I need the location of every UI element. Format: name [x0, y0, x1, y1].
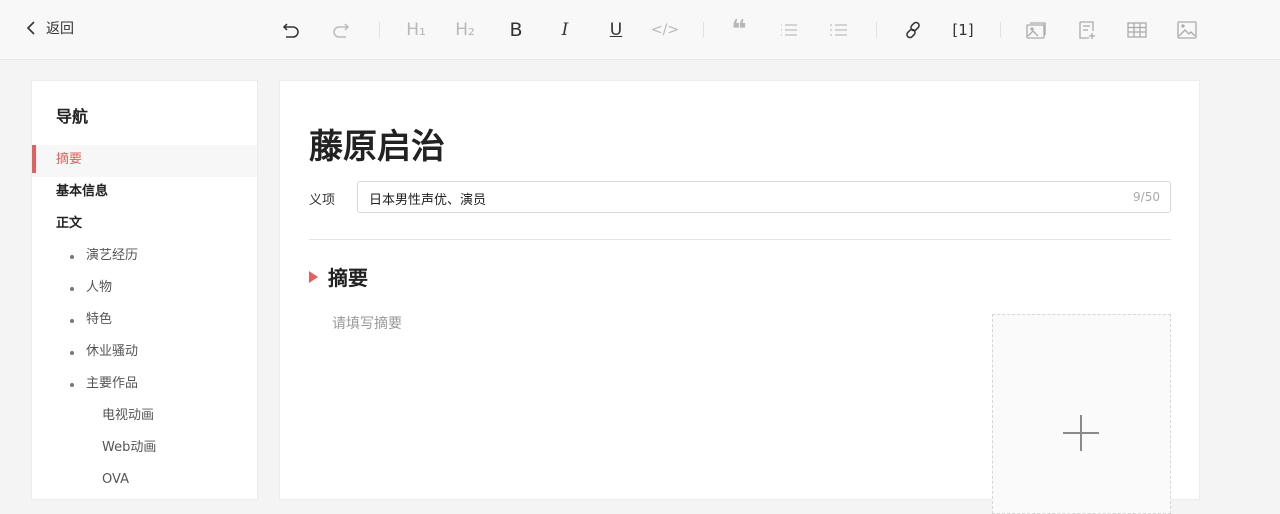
meaning-input[interactable]: 日本男性声优、演员 9/50	[357, 181, 1171, 213]
nav-item[interactable]: 基本信息	[32, 177, 257, 209]
nav-item[interactable]: 正文	[32, 209, 257, 241]
heading2-button[interactable]: H₂	[452, 17, 478, 43]
divider	[1000, 22, 1001, 38]
italic-button[interactable]: I	[552, 17, 578, 43]
navigation-panel: 导航 摘要 基本信息 正文 演艺经历 人物 特色 休业骚动 主要作品 电视动画 Web动画 OVA	[31, 80, 258, 500]
nav-item[interactable]: 电视动画	[32, 401, 257, 433]
undo-icon[interactable]	[278, 17, 304, 43]
summary-input[interactable]: 请填写摘要	[332, 313, 402, 333]
nav-item[interactable]: 人物	[32, 273, 257, 305]
section-header-summary[interactable]: 摘要	[309, 262, 368, 291]
back-button[interactable]: 返回	[26, 18, 74, 38]
divider	[309, 239, 1171, 240]
citation-button[interactable]: [1]	[950, 17, 976, 43]
triangle-icon	[309, 270, 318, 283]
document-add-icon[interactable]	[1074, 17, 1100, 43]
editor-main: 藤原启治 义项 日本男性声优、演员 9/50 摘要 请填写摘要	[279, 80, 1200, 514]
char-count: 9/50	[1133, 190, 1160, 204]
bold-button[interactable]: B	[503, 17, 529, 43]
divider	[379, 22, 380, 38]
back-label: 返回	[46, 21, 74, 37]
meaning-label: 义项	[309, 193, 336, 208]
nav-title: 导航	[56, 107, 89, 126]
nav-item[interactable]: 特色	[32, 305, 257, 337]
nav-item[interactable]: 主要作品	[32, 369, 257, 401]
nav-item[interactable]: 休业骚动	[32, 337, 257, 369]
section-title: 摘要	[328, 266, 368, 290]
nav-list: 摘要 基本信息 正文 演艺经历 人物 特色 休业骚动 主要作品 电视动画 Web动画 OVA	[32, 145, 257, 497]
table-icon[interactable]	[1124, 17, 1150, 43]
bullet-list-icon[interactable]	[776, 17, 802, 43]
image-upload-button[interactable]	[992, 314, 1171, 514]
quote-icon[interactable]: ❝	[726, 15, 752, 45]
gallery-icon[interactable]	[1023, 17, 1049, 43]
chevron-left-icon	[26, 21, 35, 35]
meaning-value: 日本男性声优、演员	[369, 193, 487, 208]
link-icon[interactable]	[900, 17, 926, 43]
divider	[703, 22, 704, 38]
nav-item[interactable]: 摘要	[32, 145, 257, 177]
plus-icon	[1063, 415, 1099, 451]
numbered-list-icon[interactable]	[826, 17, 852, 43]
redo-icon[interactable]	[328, 17, 354, 43]
nav-item[interactable]: OVA	[32, 465, 257, 497]
divider	[876, 22, 877, 38]
nav-item[interactable]: 演艺经历	[32, 241, 257, 273]
image-icon[interactable]	[1174, 17, 1200, 43]
heading1-button[interactable]: H₁	[403, 17, 429, 43]
code-button[interactable]: </>	[651, 17, 679, 43]
nav-item[interactable]: Web动画	[32, 433, 257, 465]
editor-toolbar: 返回 H₁ H₂ B I U </> ❝ [1]	[0, 0, 1280, 60]
underline-button[interactable]: U	[603, 17, 629, 43]
entry-title[interactable]: 藤原启治	[309, 119, 445, 168]
